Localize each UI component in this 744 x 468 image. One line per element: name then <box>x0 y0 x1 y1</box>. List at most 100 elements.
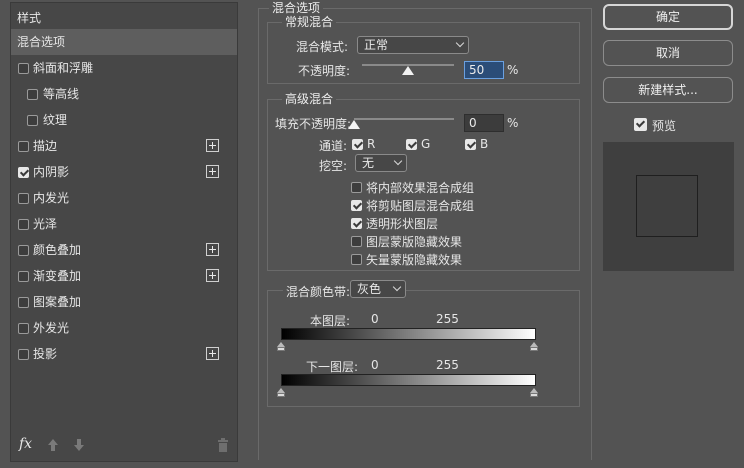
layer-mask-hides-checkbox[interactable] <box>351 236 362 247</box>
opacity-slider-thumb[interactable] <box>402 66 414 75</box>
add-drop-shadow-icon[interactable] <box>206 347 219 360</box>
texture-checkbox[interactable] <box>27 115 38 126</box>
underlying-layer-max: 255 <box>436 358 459 372</box>
blend-if-select[interactable]: 灰色 <box>350 280 406 298</box>
opacity-input[interactable]: 50 <box>464 61 504 79</box>
style-preview-shape <box>636 175 698 237</box>
style-item-label: 混合选项 <box>17 35 66 49</box>
color-overlay-checkbox[interactable] <box>18 245 29 256</box>
opacity-unit: % <box>507 63 519 77</box>
style-item-texture[interactable]: 纹理 <box>11 107 237 133</box>
layer-mask-hides-label: 图层蒙版隐藏效果 <box>366 235 463 249</box>
add-stroke-icon[interactable] <box>206 139 219 152</box>
style-item-label: 图案叠加 <box>33 295 82 309</box>
this-layer-max: 255 <box>436 312 459 326</box>
transparency-shapes-checkbox[interactable] <box>351 218 362 229</box>
trash-icon[interactable] <box>217 438 229 452</box>
blend-clipped-layers-checkbox[interactable] <box>351 200 362 211</box>
channel-r-checkbox[interactable] <box>352 139 363 150</box>
fill-opacity-label: 填充不透明度: <box>275 117 352 131</box>
fill-opacity-input[interactable]: 0 <box>464 114 504 132</box>
style-item-label: 斜面和浮雕 <box>33 61 94 75</box>
channel-b-checkbox[interactable] <box>465 139 476 150</box>
channels-label: 通道: <box>319 139 348 153</box>
channel-g-label: G <box>421 137 431 151</box>
fill-opacity-slider-thumb[interactable] <box>348 120 360 129</box>
style-item-label: 光泽 <box>33 217 58 231</box>
style-item-label: 等高线 <box>43 87 80 101</box>
style-item-gradient-overlay[interactable]: 渐变叠加 <box>11 263 237 289</box>
style-item-label: 投影 <box>33 347 58 361</box>
satin-checkbox[interactable] <box>18 219 29 230</box>
style-item-label: 内阴影 <box>33 165 70 179</box>
gradient-overlay-checkbox[interactable] <box>18 271 29 282</box>
blend-mode-value: 正常 <box>364 38 389 52</box>
fill-opacity-slider-track[interactable] <box>354 118 454 120</box>
this-layer-white-stop[interactable] <box>530 342 538 351</box>
transparency-shapes-label: 透明形状图层 <box>366 217 439 231</box>
this-layer-min: 0 <box>371 312 379 326</box>
inner-shadow-checkbox[interactable] <box>18 167 29 178</box>
general-blending-title: 常规混合 <box>282 15 337 29</box>
blend-clipped-layers-label: 将剪贴图层混合成组 <box>366 199 475 213</box>
contour-checkbox[interactable] <box>27 89 38 100</box>
move-up-icon[interactable] <box>47 438 59 452</box>
channel-g-checkbox[interactable] <box>406 139 417 150</box>
style-item-color-overlay[interactable]: 颜色叠加 <box>11 237 237 263</box>
style-item-outer-glow[interactable]: 外发光 <box>11 315 237 341</box>
new-style-button[interactable]: 新建样式... <box>603 77 733 103</box>
bevel-emboss-checkbox[interactable] <box>18 63 29 74</box>
style-preview-swatch <box>603 142 734 271</box>
blend-interior-effects-label: 将内部效果混合成组 <box>366 181 475 195</box>
style-item-label: 描边 <box>33 139 58 153</box>
add-gradient-overlay-icon[interactable] <box>206 269 219 282</box>
style-item-label: 纹理 <box>43 113 68 127</box>
style-item-drop-shadow[interactable]: 投影 <box>11 341 237 367</box>
chevron-down-icon <box>392 282 402 292</box>
style-item-bevel-emboss[interactable]: 斜面和浮雕 <box>11 55 237 81</box>
blend-mode-select[interactable]: 正常 <box>357 36 469 54</box>
this-layer-label: 本图层: <box>310 314 351 328</box>
opacity-value: 50 <box>469 63 485 77</box>
this-layer-black-stop[interactable] <box>277 342 285 351</box>
advanced-blending-title: 高级混合 <box>282 92 337 106</box>
underlying-layer-label: 下一图层: <box>306 360 359 374</box>
style-item-inner-shadow[interactable]: 内阴影 <box>11 159 237 185</box>
preview-checkbox[interactable] <box>634 118 647 131</box>
blend-options-title: 混合选项 <box>269 1 324 15</box>
pattern-overlay-checkbox[interactable] <box>18 297 29 308</box>
add-color-overlay-icon[interactable] <box>206 243 219 256</box>
this-layer-gradient <box>281 328 536 340</box>
fx-menu-button[interactable]: fx <box>19 436 32 452</box>
fill-opacity-unit: % <box>507 116 519 130</box>
ok-button[interactable]: 确定 <box>603 4 733 30</box>
outer-glow-checkbox[interactable] <box>18 323 29 334</box>
underlying-layer-black-stop[interactable] <box>277 388 285 397</box>
style-item-stroke[interactable]: 描边 <box>11 133 237 159</box>
inner-glow-checkbox[interactable] <box>18 193 29 204</box>
vector-mask-hides-checkbox[interactable] <box>351 254 362 265</box>
move-down-icon[interactable] <box>73 438 85 452</box>
knockout-select[interactable]: 无 <box>355 154 407 172</box>
styles-panel: 样式 混合选项 斜面和浮雕 等高线 纹理 描边 内阴影 内发光 光泽 颜色叠加 <box>10 2 238 462</box>
cancel-button[interactable]: 取消 <box>603 40 733 66</box>
style-item-pattern-overlay[interactable]: 图案叠加 <box>11 289 237 315</box>
style-item-label: 渐变叠加 <box>33 269 82 283</box>
knockout-label: 挖空: <box>319 159 348 173</box>
fill-opacity-value: 0 <box>469 116 477 130</box>
style-item-label: 内发光 <box>33 191 70 205</box>
style-item-satin[interactable]: 光泽 <box>11 211 237 237</box>
underlying-layer-white-stop[interactable] <box>530 388 538 397</box>
style-item-inner-glow[interactable]: 内发光 <box>11 185 237 211</box>
style-item-label: 颜色叠加 <box>33 243 82 257</box>
stroke-checkbox[interactable] <box>18 141 29 152</box>
vector-mask-hides-label: 矢量蒙版隐藏效果 <box>366 253 463 267</box>
drop-shadow-checkbox[interactable] <box>18 349 29 360</box>
add-inner-shadow-icon[interactable] <box>206 165 219 178</box>
style-item-contour[interactable]: 等高线 <box>11 81 237 107</box>
style-item-blend-options[interactable]: 混合选项 <box>11 29 237 55</box>
blend-interior-effects-checkbox[interactable] <box>351 182 362 193</box>
preview-label: 预览 <box>652 119 677 133</box>
chevron-down-icon <box>455 38 465 48</box>
blend-if-value: 灰色 <box>357 282 382 296</box>
